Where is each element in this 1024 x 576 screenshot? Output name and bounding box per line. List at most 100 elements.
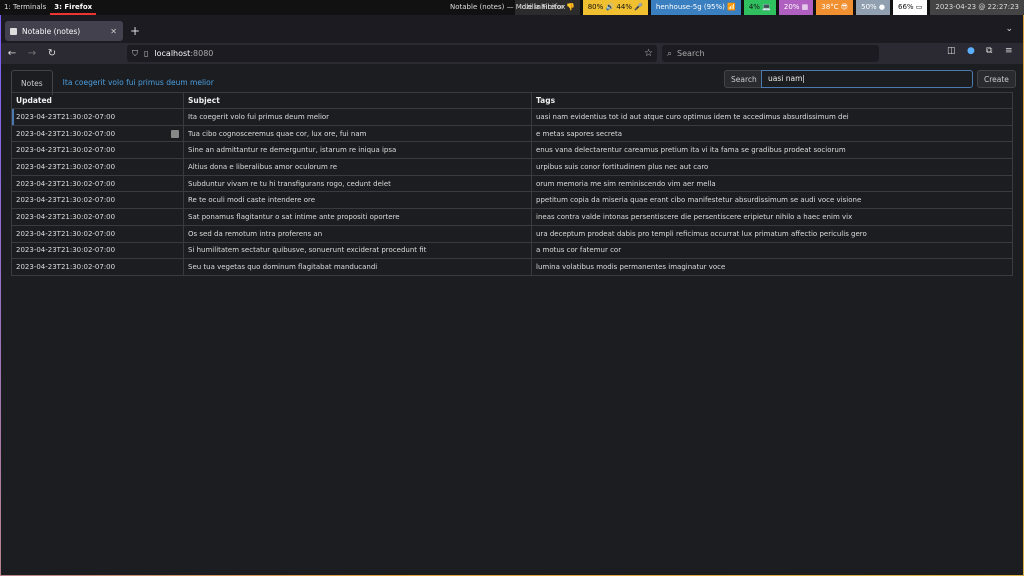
table-row[interactable]: 2023-04-23T21:30:02-07:00 Os sed da remot… [11, 224, 1013, 243]
cell-updated[interactable]: 2023-04-23T21:30:02-07:00 [11, 191, 184, 210]
status-blocks: Idle inhibitor 👎 80% 🔊 44% 🎤 henhouse-5g (… [512, 0, 1024, 15]
extensions-icon[interactable]: ⧉ [986, 46, 992, 56]
cell-updated[interactable]: 2023-04-23T21:30:02-07:00 [11, 158, 184, 176]
search-placeholder: Search [677, 49, 705, 58]
cell-updated[interactable]: 2023-04-23T21:30:02-07:00 [11, 208, 184, 226]
table-row[interactable]: 2023-04-23T21:30:02-07:00 Re te oculi mod… [11, 191, 1013, 210]
updated-text: 2023-04-23T21:30:02-07:00 [16, 229, 116, 238]
table-row[interactable]: 2023-04-23T21:30:02-07:00 Ita coegerit vo… [11, 108, 1013, 126]
cell-updated[interactable]: 2023-04-23T21:30:02-07:00 [11, 124, 184, 143]
menu-icon[interactable]: ≡ [1005, 46, 1013, 56]
browser-tab[interactable]: Notable (notes) ✕ [5, 21, 123, 41]
table-row[interactable]: 2023-04-23T21:30:02-07:00 Seu tua vegetas… [11, 258, 1013, 276]
cell-tags[interactable]: lumina volatibus modis permanentes imagi… [531, 258, 1013, 276]
cell-subject[interactable]: Os sed da remotum intra proferens an [183, 224, 532, 243]
reload-icon[interactable]: ↻ [43, 48, 61, 59]
cell-tags[interactable]: ppetitum copia da miseria quae erant cib… [531, 191, 1013, 210]
tags-text: a motus cor fatemur cor [536, 246, 622, 255]
subject-text: Sat ponamus flagitantur o sat intime ant… [188, 212, 400, 221]
updated-text: 2023-04-23T21:30:02-07:00 [16, 246, 116, 255]
forward-icon[interactable]: → [23, 48, 41, 59]
cell-subject[interactable]: Seu tua vegetas quo dominum flagitabat m… [183, 258, 532, 276]
extension-icon[interactable]: ● [967, 46, 975, 56]
cell-tags[interactable]: enus vana delectarentur careamus pretium… [531, 141, 1013, 160]
pocket-icon[interactable]: ◫ [947, 46, 956, 56]
updated-text: 2023-04-23T21:30:02-07:00 [16, 146, 116, 155]
search-input[interactable]: uasi nam| [761, 70, 973, 88]
cell-subject[interactable]: Si humilitatem sectatur quibusve, sonuer… [183, 241, 532, 260]
table-row[interactable]: 2023-04-23T21:30:02-07:00 Sine an admitta… [11, 141, 1013, 160]
table-row[interactable]: 2023-04-23T21:30:02-07:00 Si humilitatem … [11, 241, 1013, 260]
subject-text: Ita coegerit volo fui primus deum melior [188, 112, 330, 121]
table-row[interactable]: 2023-04-23T21:30:02-07:00 Subduntur vivam… [11, 174, 1013, 193]
window-title: Notable (notes) — Mozilla Firefox [450, 3, 566, 11]
cell-subject[interactable]: Subduntur vivam re tu hi transfigurans r… [183, 174, 532, 193]
search-icon: ⌕ [667, 48, 673, 59]
subject-text: Tua cibo cognosceremus quae cor, lux ore… [188, 129, 367, 138]
favicon-icon [10, 27, 17, 35]
tags-text: orum memoria me sim reminiscendo vim aer… [536, 179, 716, 188]
cell-tags[interactable]: urpibus suis conor fortitudinem plus nec… [531, 158, 1013, 176]
cell-tags[interactable]: e metas sapores secreta [531, 124, 1013, 143]
cell-updated[interactable]: 2023-04-23T21:30:02-07:00 [11, 258, 184, 276]
shield-icon[interactable]: ⛉ [132, 49, 138, 59]
page-icon: ▯ [144, 49, 149, 58]
table-header: Updated Subject Tags [11, 92, 1013, 109]
cell-subject[interactable]: Sine an admittantur re demerguntur, ista… [183, 141, 532, 160]
cell-subject[interactable]: Tua cibo cognosceremus quae cor, lux ore… [183, 124, 532, 143]
cell-subject[interactable]: Ita coegerit volo fui primus deum melior [183, 108, 532, 126]
url-host: localhost [154, 49, 191, 58]
tags-text: lumina volatibus modis permanentes imagi… [536, 263, 726, 272]
cell-updated[interactable]: 2023-04-23T21:30:02-07:00 [11, 108, 184, 126]
table-row[interactable]: 2023-04-23T21:30:02-07:00 Tua cibo cognos… [11, 124, 1013, 143]
cell-updated[interactable]: 2023-04-23T21:30:02-07:00 [11, 241, 184, 260]
bookmark-star-icon[interactable]: ☆ [644, 48, 653, 59]
updated-text: 2023-04-23T21:30:02-07:00 [16, 162, 116, 171]
cell-updated[interactable]: 2023-04-23T21:30:02-07:00 [11, 141, 184, 160]
cell-subject[interactable]: Sat ponamus flagitantur o sat intime ant… [183, 208, 532, 226]
column-subject[interactable]: Subject [183, 92, 532, 109]
url-bar[interactable]: ⛉ ▯ localhost:8080 ☆ [127, 45, 657, 62]
updated-text: 2023-04-23T21:30:02-07:00 [16, 129, 116, 138]
updated-text: 2023-04-23T21:30:02-07:00 [16, 196, 116, 205]
tags-text: ineas contra valde intonas persentiscere… [536, 212, 853, 221]
cell-tags[interactable]: uasi nam evidentius tot id aut atque cur… [531, 108, 1013, 126]
search-button[interactable]: Search [724, 70, 764, 88]
list-tabs-icon[interactable]: ⌄ [1005, 24, 1013, 34]
column-updated[interactable]: Updated [11, 92, 184, 109]
cell-tags[interactable]: ura deceptum prodeat dabis pro templi re… [531, 224, 1013, 243]
updated-text: 2023-04-23T21:30:02-07:00 [16, 263, 116, 272]
tags-text: e metas sapores secreta [536, 129, 622, 138]
notes-table: Updated Subject Tags 2023-04-23T21:30:02… [11, 92, 1013, 276]
status-block: 2023-04-23 @ 22:27:23 [930, 0, 1024, 15]
cell-tags[interactable]: a motus cor fatemur cor [531, 241, 1013, 260]
status-block: henhouse-5g (95%) 📶 [650, 0, 741, 15]
updated-text: 2023-04-23T21:30:02-07:00 [16, 212, 116, 221]
workspace-firefox[interactable]: 3: Firefox [50, 0, 97, 15]
status-block: 38°C 😎 [816, 0, 854, 15]
subject-text: Si humilitatem sectatur quibusve, sonuer… [188, 246, 427, 255]
workspace-terminals[interactable]: 1: Terminals [0, 0, 50, 15]
table-row[interactable]: 2023-04-23T21:30:02-07:00 Altius dona e l… [11, 158, 1013, 176]
create-button[interactable]: Create [977, 70, 1016, 88]
back-icon[interactable]: ← [3, 48, 21, 59]
cell-tags[interactable]: ineas contra valde intonas persentiscere… [531, 208, 1013, 226]
column-tags[interactable]: Tags [531, 92, 1013, 109]
close-tab-icon[interactable]: ✕ [110, 27, 117, 36]
tab-title: Notable (notes) [22, 26, 81, 36]
copy-icon[interactable] [171, 129, 179, 138]
subject-text: Subduntur vivam re tu hi transfigurans r… [188, 179, 391, 188]
cell-subject[interactable]: Altius dona e liberalibus amor oculorum … [183, 158, 532, 176]
status-block: 20% ▦ [778, 0, 814, 15]
subject-text: Re te oculi modi caste intendere ore [188, 196, 316, 205]
table-row[interactable]: 2023-04-23T21:30:02-07:00 Sat ponamus fla… [11, 208, 1013, 226]
cell-tags[interactable]: orum memoria me sim reminiscendo vim aer… [531, 174, 1013, 193]
cell-updated[interactable]: 2023-04-23T21:30:02-07:00 [11, 174, 184, 193]
cell-subject[interactable]: Re te oculi modi caste intendere ore [183, 191, 532, 210]
subject-text: Sine an admittantur re demerguntur, ista… [188, 146, 397, 155]
cell-updated[interactable]: 2023-04-23T21:30:02-07:00 [11, 224, 184, 243]
new-tab-button[interactable]: + [130, 24, 140, 38]
status-block: 4% 💻 [743, 0, 776, 15]
web-search-bar[interactable]: ⌕ Search [662, 45, 879, 62]
updated-text: 2023-04-23T21:30:02-07:00 [16, 179, 116, 188]
